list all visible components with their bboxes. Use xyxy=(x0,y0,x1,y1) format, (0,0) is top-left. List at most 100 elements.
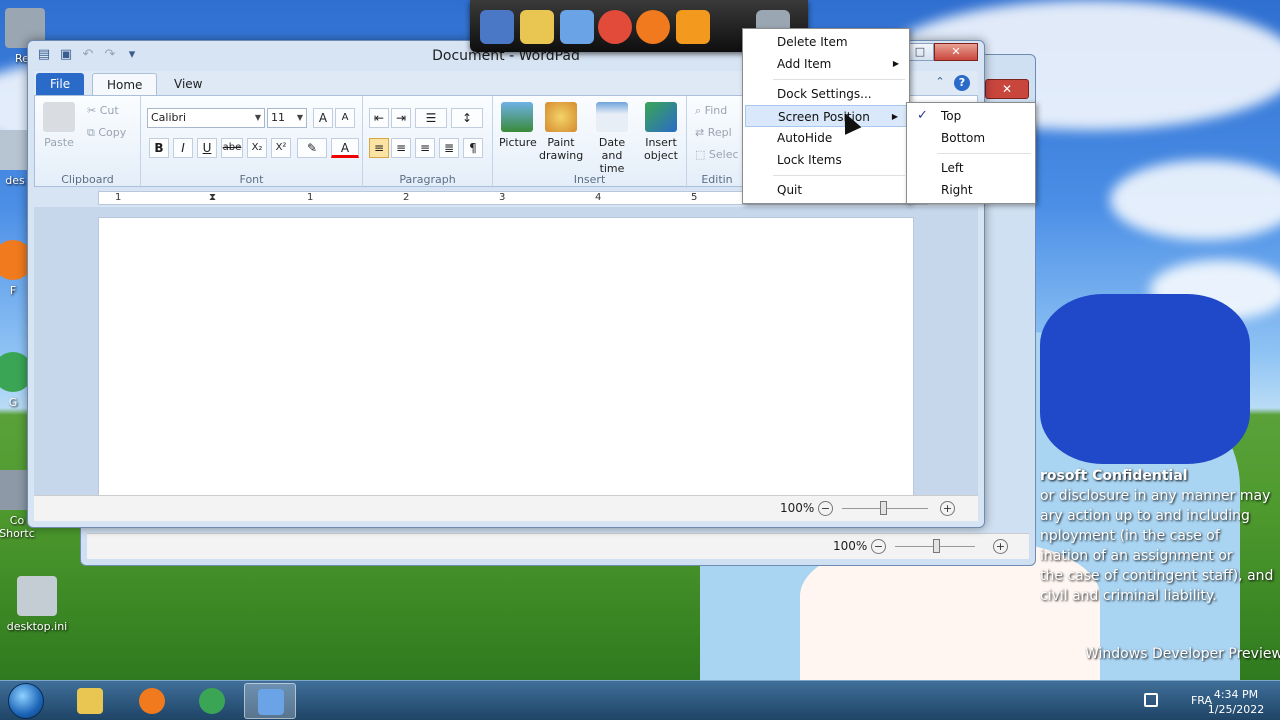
insert-object-button[interactable]: Insert object xyxy=(641,102,681,162)
menu-item-add-item[interactable]: Add Item ▶ xyxy=(745,53,907,75)
tab-file[interactable]: File xyxy=(36,73,85,95)
binoculars-icon: ⌕ xyxy=(695,104,702,117)
tab-view[interactable]: View xyxy=(160,73,216,95)
increase-indent-icon: ⇥ xyxy=(395,111,407,125)
menu-separator xyxy=(937,153,1031,154)
zoom-level: 100% xyxy=(780,501,815,515)
taskbar-wordpad-button[interactable] xyxy=(244,683,296,719)
network-icon[interactable] xyxy=(1144,693,1158,707)
menu-item-delete-item[interactable]: Delete Item xyxy=(745,31,907,53)
align-center-button[interactable]: ≡ xyxy=(391,138,411,158)
zoom-slider-thumb[interactable] xyxy=(933,539,940,553)
font-group-label: Font xyxy=(239,173,264,186)
submenu-item-left[interactable]: Left xyxy=(909,157,1033,179)
align-right-icon: ≡ xyxy=(419,141,431,155)
zoom-slider-thumb[interactable] xyxy=(880,501,887,515)
submenu-arrow-icon: ▶ xyxy=(892,59,899,68)
taskbar-chrome-button[interactable] xyxy=(186,683,238,719)
font-group: Calibri ▼ 11 ▼ A A B I U abe X₂ X² ✎ A Fon… xyxy=(141,96,363,188)
zoom-out-button[interactable]: − xyxy=(818,501,833,516)
font-family-select[interactable]: Calibri ▼ xyxy=(147,108,265,128)
justify-button[interactable]: ≣ xyxy=(439,138,459,158)
menu-separator xyxy=(773,79,905,80)
computer-icon[interactable] xyxy=(480,10,514,44)
replace-button[interactable]: ⇄ Repl xyxy=(695,126,732,139)
media-player-icon[interactable] xyxy=(676,10,710,44)
font-size-select[interactable]: 11 ▼ xyxy=(267,108,307,128)
menu-item-screen-position[interactable]: Screen Position ▶ xyxy=(745,105,907,127)
clock[interactable]: 4:34 PM 1/25/2022 xyxy=(1206,687,1266,717)
menu-item-lock-items[interactable]: Lock Items xyxy=(745,149,907,171)
highlight-color-button[interactable]: ✎ xyxy=(297,138,327,158)
clipboard-group-label: Clipboard xyxy=(61,173,114,186)
line-spacing-button[interactable]: ↕ xyxy=(451,108,483,128)
zoom-level: 100% xyxy=(833,539,868,553)
folder-icon[interactable] xyxy=(520,10,554,44)
wallpaper-character-bow xyxy=(1040,294,1250,464)
zoom-in-button[interactable]: + xyxy=(993,539,1008,554)
subscript-button[interactable]: X₂ xyxy=(247,138,267,158)
line-spacing-icon: ↕ xyxy=(461,111,473,125)
zoom-in-button[interactable]: + xyxy=(940,501,955,516)
align-left-button[interactable]: ≡ xyxy=(369,138,389,158)
strikethrough-button[interactable]: abe xyxy=(221,138,243,158)
align-left-icon: ≡ xyxy=(373,141,385,155)
minimize-ribbon-icon[interactable]: ⌃ xyxy=(932,74,948,90)
menu-item-dock-settings[interactable]: Dock Settings... xyxy=(745,83,907,105)
menu-item-autohide[interactable]: AutoHide xyxy=(745,127,907,149)
background-window-close-button[interactable]: ✕ xyxy=(985,79,1029,99)
insert-group-label: Insert xyxy=(573,173,606,186)
superscript-button[interactable]: X² xyxy=(271,138,291,158)
firefox-icon[interactable] xyxy=(636,10,670,44)
highlighter-icon: ✎ xyxy=(306,141,318,155)
submenu-item-top[interactable]: ✓ Top xyxy=(909,105,1033,127)
underline-button[interactable]: U xyxy=(197,138,217,158)
indent-marker[interactable]: ⧗ xyxy=(209,192,216,203)
close-button[interactable]: ✕ xyxy=(934,43,978,61)
text-color-button[interactable]: A xyxy=(331,138,359,158)
paste-icon xyxy=(43,102,75,132)
grow-font-button[interactable]: A xyxy=(313,108,333,128)
date-time-button[interactable]: Date and time xyxy=(587,102,637,175)
find-button[interactable]: ⌕ Find xyxy=(695,104,727,118)
ruler-number: 1 xyxy=(115,192,122,203)
paint-palette-icon xyxy=(545,102,577,132)
taskbar-firefox-button[interactable] xyxy=(126,683,178,719)
desktop-icon-desktop-ini[interactable]: desktop.ini xyxy=(2,576,72,633)
bullet-list-icon: ☰ xyxy=(425,111,437,125)
chrome-icon[interactable] xyxy=(598,10,632,44)
paragraph-settings-button[interactable]: ¶ xyxy=(463,138,483,158)
insert-group: Picture Paint drawing Date and time Inse… xyxy=(493,96,687,188)
increase-indent-button[interactable]: ⇥ xyxy=(391,108,411,128)
menu-item-quit[interactable]: Quit xyxy=(745,179,907,201)
submenu-item-bottom[interactable]: Bottom xyxy=(909,127,1033,149)
menu-separator xyxy=(773,175,905,176)
align-right-button[interactable]: ≡ xyxy=(415,138,435,158)
start-button[interactable] xyxy=(8,683,44,719)
paste-button[interactable]: Paste xyxy=(41,102,77,149)
select-all-button[interactable]: ⬚ Selec xyxy=(695,148,739,161)
align-center-icon: ≡ xyxy=(395,141,407,155)
calendar-icon xyxy=(596,102,628,132)
shrink-font-button[interactable]: A xyxy=(335,108,355,128)
paint-drawing-button[interactable]: Paint drawing xyxy=(539,102,583,162)
taskbar-explorer-button[interactable] xyxy=(64,683,116,719)
wordpad-icon[interactable] xyxy=(560,10,594,44)
submenu-item-right[interactable]: Right xyxy=(909,179,1033,201)
italic-button[interactable]: I xyxy=(173,138,193,158)
cloud xyxy=(1110,160,1280,240)
decrease-indent-button[interactable]: ⇤ xyxy=(369,108,389,128)
bullets-button[interactable]: ☰ xyxy=(415,108,447,128)
paragraph-icon: ¶ xyxy=(469,141,477,155)
copy-button[interactable]: ⧉ Copy xyxy=(87,126,126,140)
cut-button[interactable]: ✂ Cut xyxy=(87,104,119,117)
help-icon[interactable]: ? xyxy=(954,75,970,91)
explorer-icon xyxy=(77,688,103,714)
chevron-down-icon: ▼ xyxy=(296,113,303,122)
tab-home[interactable]: Home xyxy=(92,73,158,95)
maximize-button[interactable]: □ xyxy=(906,43,934,61)
bold-button[interactable]: B xyxy=(149,138,169,158)
zoom-out-button[interactable]: − xyxy=(871,539,886,554)
document-page[interactable] xyxy=(98,217,914,495)
picture-button[interactable]: Picture xyxy=(499,102,537,149)
